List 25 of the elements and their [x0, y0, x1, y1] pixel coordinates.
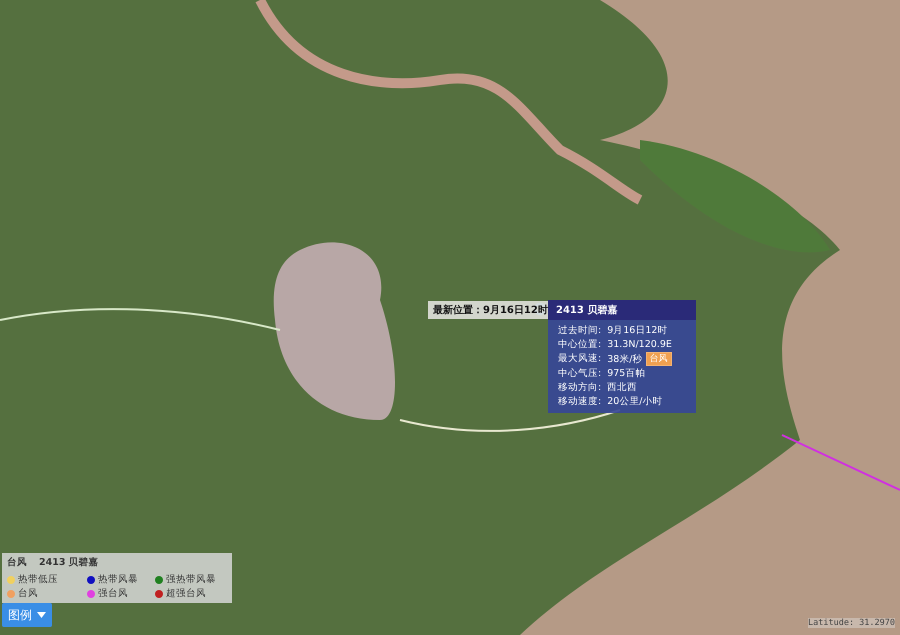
popup-title: 2413 贝碧嘉: [548, 300, 696, 320]
info-value: 20公里/小时: [607, 395, 662, 408]
info-value: 9月16日12时: [607, 324, 668, 337]
info-value: 38米/秒: [607, 352, 642, 366]
info-label: 移动速度:: [558, 395, 602, 408]
info-value: 975百帕: [607, 367, 646, 380]
legend-label: 强热带风暴: [166, 573, 216, 586]
info-label: 中心位置:: [558, 338, 602, 351]
legend-label: 台风: [18, 587, 38, 600]
info-label: 最大风速:: [558, 352, 602, 366]
intensity-badge: 台风: [646, 352, 672, 366]
legend-label: 强台风: [98, 587, 128, 600]
info-label: 中心气压:: [558, 367, 602, 380]
legend-typhoon-name: 2413 贝碧嘉: [39, 556, 99, 569]
info-value: 31.3N/120.9E: [607, 338, 672, 351]
caret-icon: [37, 612, 46, 618]
legend-button[interactable]: 图例: [2, 603, 52, 627]
info-value: 西北西: [607, 381, 638, 394]
legend-label: 超强台风: [166, 587, 206, 600]
coordinate-readout: Latitude: 31.2970: [808, 618, 895, 628]
legend-label: 热带低压: [18, 573, 58, 586]
legend-label: 热带风暴: [98, 573, 138, 586]
info-label: 移动方向:: [558, 381, 602, 394]
legend-category: 台风: [7, 556, 27, 569]
info-label: 过去时间:: [558, 324, 602, 337]
